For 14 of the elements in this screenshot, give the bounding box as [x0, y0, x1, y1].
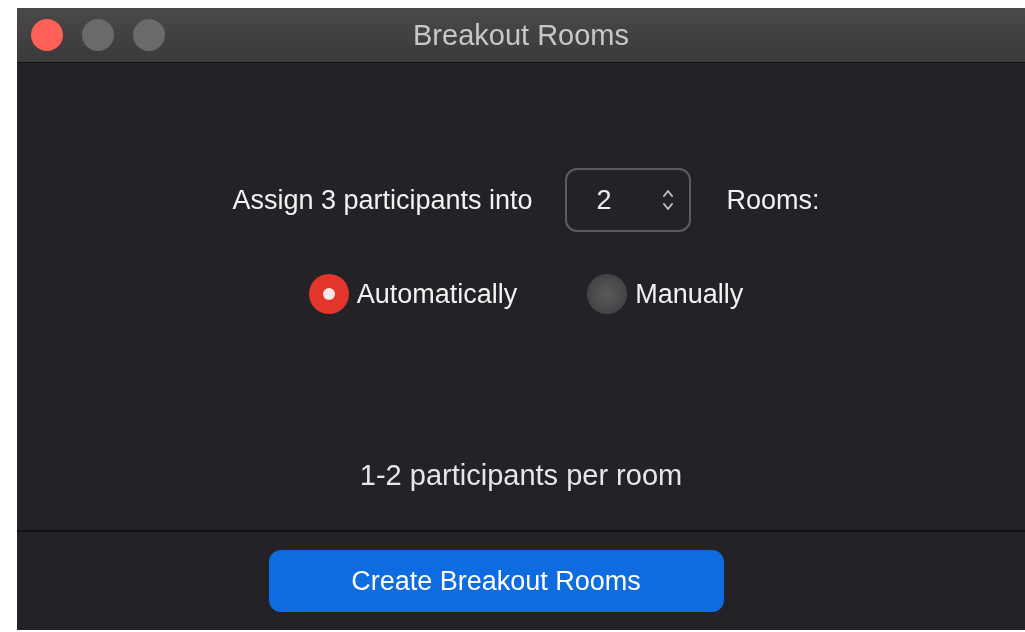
- rooms-label: Rooms:: [726, 184, 820, 216]
- radio-button[interactable]: [587, 274, 628, 314]
- radio-label[interactable]: Automatically: [356, 278, 518, 310]
- minimize-button[interactable]: [82, 19, 114, 51]
- window-title: Breakout Rooms: [413, 18, 629, 52]
- rooms-stepper[interactable]: 2: [564, 168, 691, 232]
- assign-label: Assign 3 participants into: [232, 184, 533, 216]
- zoom-button[interactable]: [133, 19, 165, 51]
- summary-text: 1-2 participants per room: [359, 459, 683, 492]
- radio-button[interactable]: [308, 274, 349, 314]
- close-button[interactable]: [31, 19, 63, 51]
- create-rooms-button[interactable]: Create Breakout Rooms: [268, 550, 724, 612]
- radio-label[interactable]: Manually: [635, 278, 744, 310]
- stepper-arrows-icon: [660, 188, 675, 212]
